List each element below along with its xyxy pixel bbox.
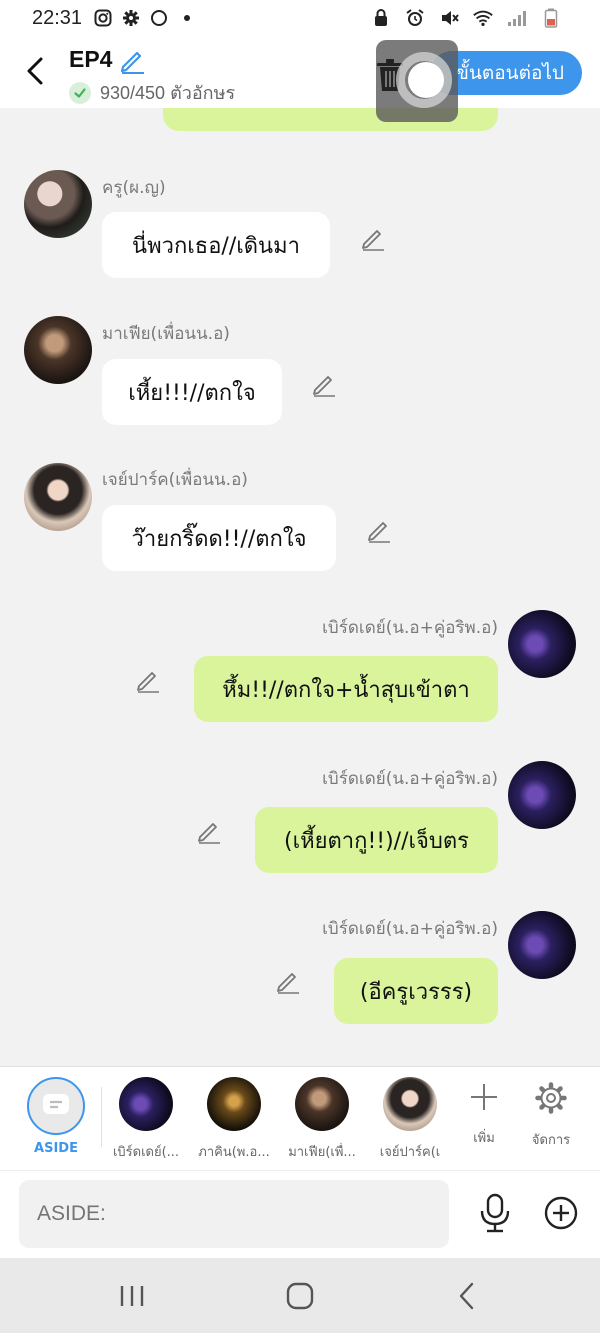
avatar[interactable]: [508, 911, 576, 979]
aside-button[interactable]: ASIDE: [13, 1077, 99, 1156]
status-bar: 22:31: [0, 0, 600, 36]
pencil-icon: [137, 672, 159, 693]
message-bubble[interactable]: เหี้ย!!!//ตกใจ: [102, 359, 282, 425]
character-item[interactable]: เจย์ปาร์ค(เ: [367, 1077, 453, 1162]
lock-status-icon: [370, 7, 392, 29]
aside-avatar: [27, 1077, 85, 1135]
wifi-icon: [472, 7, 494, 29]
character-label: ภาคิน(พ.อ...: [198, 1145, 270, 1160]
character-item[interactable]: เบิร์ดเดย์(...: [103, 1077, 189, 1162]
chat-area[interactable]: ครู(ผ.ญ) นี่พวกเธอ//เดินมา มาเฟีย(เพื่อน…: [0, 108, 600, 1066]
edit-message-button[interactable]: [196, 818, 222, 844]
message-bubble[interactable]: หึ้ม!!//ตกใจ+น้ำสุบเข้าตา: [194, 656, 498, 722]
avatar[interactable]: [24, 170, 92, 238]
edit-message-button[interactable]: [135, 667, 161, 693]
pencil-icon: [313, 376, 335, 397]
avatar[interactable]: [24, 463, 92, 531]
voice-input-button[interactable]: [478, 1193, 512, 1233]
check-icon: [69, 81, 91, 104]
episode-title: EP4: [69, 46, 113, 72]
battery-icon: [540, 7, 562, 29]
message-bubble[interactable]: (เหี้ยตากู!!)//เจ็บตร: [255, 807, 498, 873]
back-icon: [459, 1282, 474, 1310]
edit-message-button[interactable]: [275, 968, 301, 994]
sender-name: ครู(ผ.ญ): [102, 178, 166, 198]
plus-icon: [471, 1084, 497, 1110]
microphone-icon: [480, 1193, 510, 1233]
sender-name: มาเฟีย(เพื่อนน.อ): [102, 324, 230, 344]
home-icon: [286, 1282, 314, 1310]
character-label: เจย์ปาร์ค(เ: [379, 1145, 441, 1160]
app-header: EP4 930/450 ตัวอักษร ขั้นตอนต่อไป: [0, 36, 600, 108]
alarm-icon: [404, 7, 426, 29]
character-count-text: 930/450 ตัวอักษร: [100, 83, 236, 103]
message-bubble[interactable]: (อีครูเวรรร): [334, 958, 498, 1024]
gear-icon: [535, 1082, 567, 1114]
manage-label: จัดการ: [531, 1133, 571, 1148]
character-label: เบิร์ดเดย์(...: [112, 1145, 180, 1160]
speech-bubble-icon: [43, 1094, 69, 1114]
character-item[interactable]: มาเฟีย(เพื่...: [279, 1077, 365, 1162]
character-item[interactable]: ภาคิน(พ.อ...: [191, 1077, 277, 1162]
composer: [0, 1170, 600, 1258]
sender-name: เบิร์ดเดย์(น.อ+คู่อริพ.อ): [322, 919, 498, 939]
add-character-button[interactable]: เพิ่ม: [459, 1081, 509, 1148]
edit-message-button[interactable]: [311, 371, 337, 397]
instagram-icon: [92, 7, 114, 29]
plus-circle-icon: [544, 1196, 578, 1230]
pencil-icon: [120, 51, 144, 74]
settings-status-icon: [120, 7, 142, 29]
pencil-icon: [368, 522, 390, 543]
avatar[interactable]: [24, 316, 92, 384]
system-nav-bar: [0, 1258, 600, 1333]
manage-characters-button[interactable]: จัดการ: [526, 1081, 576, 1150]
character-label: มาเฟีย(เพื่...: [288, 1145, 356, 1160]
avatar[interactable]: [508, 761, 576, 829]
sender-name: เบิร์ดเดย์(น.อ+คู่อริพ.อ): [322, 618, 498, 638]
character-avatar: [207, 1077, 261, 1131]
chevron-left-icon: [27, 57, 43, 85]
character-selector: ASIDE เบิร์ดเดย์(... ภาคิน(พ.อ... มาเฟีย…: [0, 1066, 600, 1170]
pencil-icon: [362, 230, 384, 251]
system-back-button[interactable]: [450, 1278, 486, 1314]
signal-icon: [506, 7, 528, 29]
circle-status-icon: [148, 7, 170, 29]
back-button[interactable]: [18, 52, 52, 90]
character-avatar: [119, 1077, 173, 1131]
sender-name: เจย์ปาร์ค(เพื่อนน.อ): [102, 470, 248, 490]
message-bubble[interactable]: ว๊ายกริ๊ดด!!//ตกใจ: [102, 505, 336, 571]
aside-label: ASIDE: [34, 1141, 78, 1156]
pencil-icon: [198, 823, 220, 844]
character-avatar: [295, 1077, 349, 1131]
message-input[interactable]: [19, 1180, 449, 1248]
avatar[interactable]: [508, 610, 576, 678]
sender-name: เบิร์ดเดย์(น.อ+คู่อริพ.อ): [322, 769, 498, 789]
mute-icon: [438, 7, 460, 29]
delete-drop-zone[interactable]: [376, 40, 458, 122]
recent-apps-button[interactable]: [114, 1278, 150, 1314]
edit-title-button[interactable]: [118, 46, 146, 74]
edit-message-button[interactable]: [366, 517, 392, 543]
pencil-icon: [277, 973, 299, 994]
dot-icon: [176, 7, 198, 29]
add-label: เพิ่ม: [473, 1131, 495, 1146]
divider: [101, 1087, 102, 1147]
attach-button[interactable]: [543, 1195, 579, 1231]
character-avatar: [383, 1077, 437, 1131]
status-time: 22:31: [32, 6, 83, 29]
character-count: 930/450 ตัวอักษร: [69, 78, 235, 107]
message-bubble[interactable]: นี่พวกเธอ//เดินมา: [102, 212, 330, 278]
drag-handle: [408, 62, 444, 98]
home-button[interactable]: [282, 1278, 318, 1314]
edit-message-button[interactable]: [360, 225, 386, 251]
recents-icon: [120, 1286, 144, 1306]
